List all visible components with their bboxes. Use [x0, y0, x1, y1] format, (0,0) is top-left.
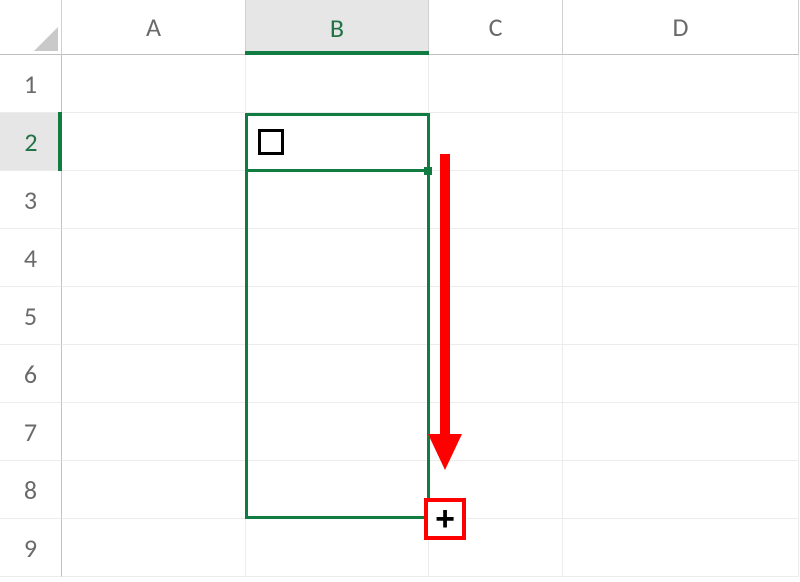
cell-B9[interactable]: [246, 519, 429, 577]
cell-B8[interactable]: [246, 461, 429, 519]
cell-D9[interactable]: [563, 519, 799, 577]
cell-C7[interactable]: [429, 403, 563, 461]
cell-C5[interactable]: [429, 287, 563, 345]
select-all-corner[interactable]: [0, 0, 62, 55]
cells-area: [62, 55, 799, 577]
cell-C3[interactable]: [429, 171, 563, 229]
column-header-B[interactable]: B: [246, 0, 429, 55]
cell-D7[interactable]: [563, 403, 799, 461]
checkbox-icon[interactable]: [258, 129, 284, 155]
cell-B5[interactable]: [246, 287, 429, 345]
select-all-triangle-icon: [34, 27, 58, 51]
row-headers: 1 2 3 4 5 6 7 8 9: [0, 55, 62, 577]
column-header-A[interactable]: A: [62, 0, 246, 55]
cell-A2[interactable]: [62, 113, 246, 171]
cell-B7[interactable]: [246, 403, 429, 461]
cell-B3[interactable]: [246, 171, 429, 229]
cell-A1[interactable]: [62, 55, 246, 113]
row-header-8[interactable]: 8: [0, 461, 62, 519]
cell-D2[interactable]: [563, 113, 799, 171]
cell-A4[interactable]: [62, 229, 246, 287]
cell-A9[interactable]: [62, 519, 246, 577]
cell-D5[interactable]: [563, 287, 799, 345]
row-header-5[interactable]: 5: [0, 287, 62, 345]
cell-B4[interactable]: [246, 229, 429, 287]
cell-B6[interactable]: [246, 345, 429, 403]
spreadsheet-grid: A B C D 1 2 3 4 5 6 7 8 9: [0, 0, 800, 582]
row-header-1[interactable]: 1: [0, 55, 62, 113]
cell-A8[interactable]: [62, 461, 246, 519]
cell-D4[interactable]: [563, 229, 799, 287]
cell-C8[interactable]: [429, 461, 563, 519]
cell-C2[interactable]: [429, 113, 563, 171]
cell-C9[interactable]: [429, 519, 563, 577]
cell-B1[interactable]: [246, 55, 429, 113]
column-headers: A B C D: [62, 0, 799, 55]
cell-A5[interactable]: [62, 287, 246, 345]
row-header-7[interactable]: 7: [0, 403, 62, 461]
row-header-9[interactable]: 9: [0, 519, 62, 577]
cell-C6[interactable]: [429, 345, 563, 403]
cell-C4[interactable]: [429, 229, 563, 287]
cell-D1[interactable]: [563, 55, 799, 113]
row-header-3[interactable]: 3: [0, 171, 62, 229]
cell-A6[interactable]: [62, 345, 246, 403]
row-header-6[interactable]: 6: [0, 345, 62, 403]
column-header-D[interactable]: D: [563, 0, 799, 55]
cell-D8[interactable]: [563, 461, 799, 519]
cell-C1[interactable]: [429, 55, 563, 113]
cell-A7[interactable]: [62, 403, 246, 461]
cell-A3[interactable]: [62, 171, 246, 229]
row-header-4[interactable]: 4: [0, 229, 62, 287]
cell-D6[interactable]: [563, 345, 799, 403]
column-header-C[interactable]: C: [429, 0, 563, 55]
row-header-2[interactable]: 2: [0, 113, 62, 171]
cell-D3[interactable]: [563, 171, 799, 229]
fill-handle[interactable]: [424, 167, 432, 175]
